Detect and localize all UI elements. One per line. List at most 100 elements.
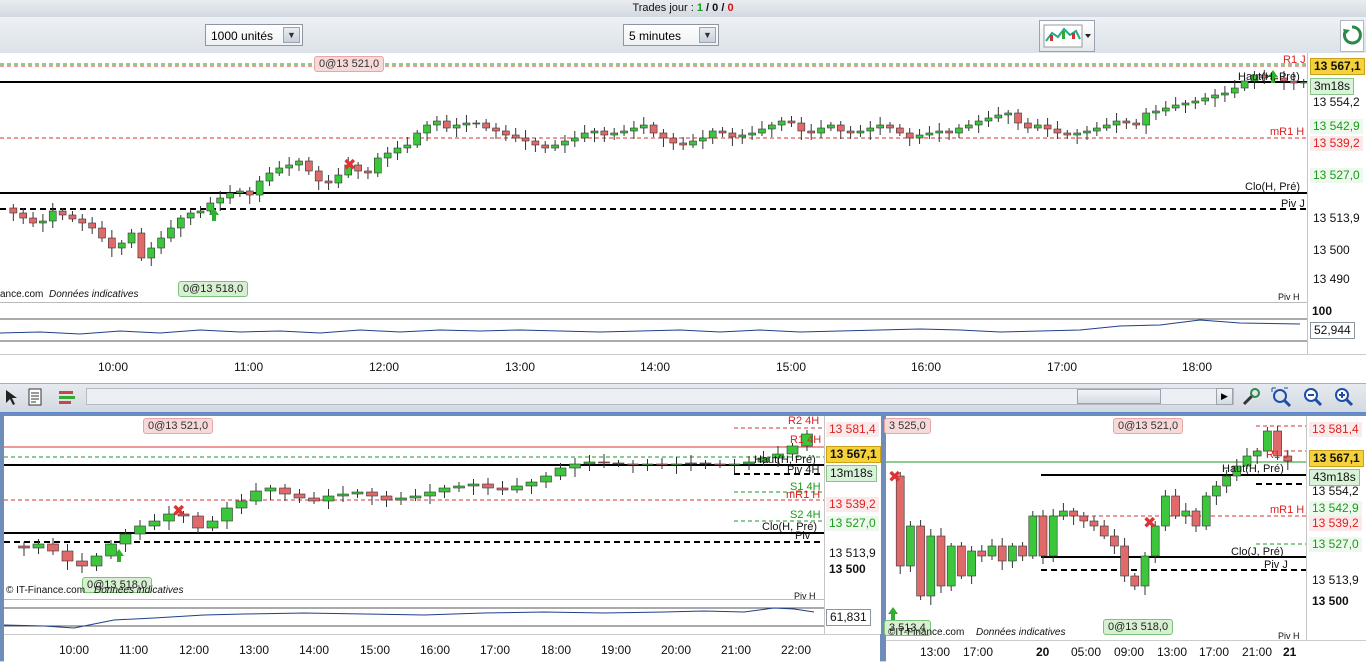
candle-body <box>670 463 683 466</box>
piv-level-label: Piv 4H <box>787 464 820 476</box>
chevron-right-icon: ▶ <box>1221 391 1228 401</box>
candle-body <box>1130 575 1140 587</box>
candle-body <box>915 134 924 139</box>
cursor-tool-button[interactable] <box>2 388 20 406</box>
candle-body <box>393 147 402 154</box>
candle-body <box>1181 102 1190 106</box>
candle-body <box>192 515 204 529</box>
horizontal-scrollbar[interactable] <box>86 388 1234 405</box>
zoom-in-button[interactable] <box>1333 386 1355 408</box>
candle-body <box>590 130 599 134</box>
candle-body <box>236 190 244 194</box>
bars-tool-button[interactable] <box>57 388 77 406</box>
candle-body <box>1089 520 1099 527</box>
candle-body <box>926 535 936 597</box>
price-tick: 13 513,9 <box>829 546 876 560</box>
candle-body <box>1059 510 1068 517</box>
piv-level-label: Piv J <box>1281 198 1305 210</box>
candle-body <box>627 463 639 466</box>
candle-body <box>1181 510 1191 517</box>
candle-body <box>977 550 987 557</box>
candle-body <box>1191 510 1201 527</box>
zoom-fit-button[interactable] <box>1270 386 1292 408</box>
candle-body <box>1263 430 1272 452</box>
candle-body <box>846 130 855 134</box>
chart-type-button[interactable] <box>1039 20 1095 52</box>
r1-level-label: R1 J <box>1283 54 1306 66</box>
candle-body <box>612 462 625 465</box>
candle-body <box>216 197 224 204</box>
piv-level-label: Piv J <box>1264 559 1288 571</box>
candle-body <box>699 137 707 142</box>
candle-body <box>117 242 126 249</box>
candle-body <box>206 520 219 529</box>
time-label: 13:00 <box>920 645 951 659</box>
period-select[interactable]: 5 minutes ▼ <box>623 24 719 46</box>
trades-label: Trades jour : <box>632 2 694 14</box>
units-select[interactable]: 1000 unités ▼ <box>205 24 303 46</box>
candle-body <box>964 124 973 129</box>
price-tick: 13 539,2 <box>1309 516 1362 531</box>
refresh-button[interactable] <box>1340 20 1364 52</box>
candle-body <box>1152 110 1160 114</box>
candle-body <box>235 500 248 509</box>
candle-body <box>1073 132 1081 136</box>
clo-level-label: Clo(H, Pré) <box>1245 181 1301 193</box>
candle-body <box>502 130 510 136</box>
haut-level-label: Haut(H, Pré) <box>1238 71 1300 83</box>
candle-body <box>1132 122 1141 126</box>
time-label: 10:00 <box>59 643 90 657</box>
watermark: © IT-Finance.com <box>6 585 86 596</box>
time-label: 11:00 <box>119 643 149 657</box>
candle-body <box>997 545 1007 562</box>
candle-body <box>324 180 333 184</box>
candle-body <box>876 124 884 129</box>
candle-body <box>945 130 953 134</box>
candle-body <box>403 144 412 149</box>
main-price-chart[interactable]: ✖ <box>0 53 1318 302</box>
price-tick: 13 527,0 <box>1309 537 1362 552</box>
bottom-right-price-chart[interactable]: ✖ ✖ <box>886 416 1306 640</box>
price-tick: 13 554,2 <box>1313 95 1360 109</box>
chevron-down-icon: ▼ <box>283 27 300 43</box>
candle-body <box>856 130 865 134</box>
candle-body <box>1004 112 1013 116</box>
candle-body <box>935 130 944 134</box>
scrollbar-thumb[interactable] <box>1077 389 1161 404</box>
entry-badge-top: 0@13 521,0 <box>1113 418 1184 434</box>
candle-body <box>452 124 461 129</box>
candle-body <box>1221 92 1229 96</box>
candle-body <box>955 127 963 134</box>
time-label: 13:00 <box>505 360 536 374</box>
time-label: 17:00 <box>1199 645 1230 659</box>
candle-body <box>620 130 628 134</box>
candle-body <box>570 137 579 142</box>
candle-body <box>598 461 610 464</box>
candle-body <box>29 217 37 224</box>
zoom-out-button[interactable] <box>1302 386 1324 408</box>
time-label: 12:00 <box>369 360 400 374</box>
draw-tool-button[interactable] <box>1240 386 1262 408</box>
candle-body <box>78 218 87 224</box>
candle-body <box>442 120 451 129</box>
entry-badge-top: 0@13 521,0 <box>314 56 385 72</box>
candle-body <box>364 170 372 174</box>
last-price-badge: 13 567,1 <box>1309 450 1364 467</box>
candle-body <box>58 210 67 216</box>
candle-body <box>718 130 727 134</box>
price-tick: 13 581,4 <box>1309 422 1362 437</box>
candle-body <box>836 124 845 132</box>
candle-body <box>610 132 619 136</box>
candle-body <box>423 124 431 134</box>
bottom-left-price-chart[interactable]: ✖ <box>4 416 824 599</box>
scroll-right-button[interactable]: ▶ <box>1216 388 1233 405</box>
indicator-button[interactable] <box>26 388 44 406</box>
r1-level-label: R1 4H <box>790 434 822 446</box>
candle-body <box>467 483 480 487</box>
candle-body <box>540 475 552 483</box>
candle-body <box>380 495 393 501</box>
candle-body <box>639 124 648 129</box>
time-label: 10:00 <box>98 360 129 374</box>
candle-body <box>472 122 481 125</box>
candle-body <box>600 130 609 136</box>
